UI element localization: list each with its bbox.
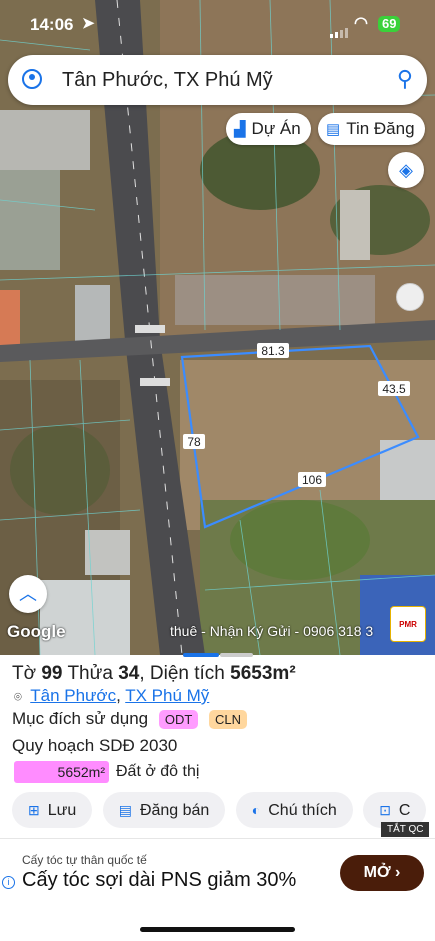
parcel-title: Tờ 99 Thửa 34, Diện tích 5653m² bbox=[12, 663, 296, 685]
purpose-label: Mục đích sử dụng bbox=[12, 709, 149, 728]
plot-number: 34 bbox=[118, 663, 140, 684]
search-bar[interactable]: Tân Phước, TX Phú Mỹ ⚲ bbox=[8, 55, 427, 105]
ad-title: Cấy tóc sợi dài PNS giảm 30% bbox=[22, 869, 297, 891]
plan-land-type: Đất ở đô thị bbox=[116, 763, 200, 780]
pmr-logo[interactable]: PMR bbox=[390, 606, 426, 642]
edge-label-right: 43.5 bbox=[382, 382, 406, 396]
home-indicator[interactable] bbox=[140, 927, 295, 932]
layers-icon: ◈ bbox=[399, 160, 413, 180]
ad-subtitle: Cấy tóc tự thân quốc tế bbox=[22, 853, 147, 867]
du-an-chip[interactable]: ▟ Dự Án bbox=[226, 113, 311, 145]
wifi-icon: ◠ bbox=[354, 15, 368, 32]
plan-title: Quy hoạch SDĐ 2030 bbox=[12, 736, 178, 755]
ad-open-label: MỞ bbox=[363, 864, 391, 881]
legend-label: Chú thích bbox=[268, 802, 337, 819]
sheet-handle-inactive[interactable] bbox=[220, 653, 253, 657]
expand-up-button[interactable]: ︿ bbox=[9, 575, 47, 613]
google-attribution: Google bbox=[7, 622, 66, 641]
battery-icon: 69 bbox=[378, 16, 401, 32]
tin-dang-label: Tin Đăng bbox=[346, 119, 415, 138]
ad-open-button[interactable]: MỞ › bbox=[340, 855, 424, 891]
cln-badge: CLN bbox=[209, 710, 248, 730]
building-chart-icon: ▟ bbox=[234, 121, 246, 138]
land-use-purpose: Mục đích sử dụng ODT CLN bbox=[12, 709, 248, 730]
bookmark-plus-icon: ⊞ bbox=[28, 802, 40, 818]
post-for-sale-button[interactable]: ▤ Đăng bán bbox=[102, 792, 226, 828]
legend-button[interactable]: ◐ Chú thích bbox=[235, 792, 353, 828]
action-bar: ⊞ Lưu ▤ Đăng bán ◐ Chú thích ⊡ C bbox=[12, 792, 435, 830]
map-contact-banner: thuê - Nhận Ký Gửi - 0906 318 3 bbox=[170, 623, 374, 639]
town-link[interactable]: TX Phú Mỹ bbox=[125, 686, 209, 705]
plot-label: Thửa bbox=[67, 663, 113, 684]
listing-icon: ▤ bbox=[326, 121, 341, 138]
parcel-info-sheet: Tờ 99 Thửa 34, Diện tích 5653m² ⌾ Tân Ph… bbox=[0, 660, 435, 840]
camera-icon: ⊡ bbox=[379, 802, 391, 818]
status-time: 14:06 bbox=[30, 15, 74, 34]
tin-dang-chip[interactable]: ▤ Tin Đăng bbox=[318, 113, 425, 145]
parcel-area: 5653m² bbox=[230, 663, 296, 684]
search-icon[interactable]: ⚲ bbox=[397, 66, 413, 92]
post-label: Đăng bán bbox=[139, 802, 210, 819]
ward-link[interactable]: Tân Phước bbox=[30, 686, 116, 705]
cellular-signal-icon bbox=[330, 18, 350, 38]
odt-badge: ODT bbox=[158, 710, 199, 730]
edge-label-left: 78 bbox=[187, 435, 201, 449]
ad-banner[interactable]: i Cấy tóc tự thân quốc tế Cấy tóc sợi dà… bbox=[0, 838, 435, 907]
contrast-icon: ◐ bbox=[251, 802, 261, 818]
close-ad-button[interactable]: TẮT QC bbox=[381, 822, 430, 837]
edge-label-bottom: 106 bbox=[302, 473, 322, 487]
map-toggle-dot[interactable] bbox=[396, 283, 424, 311]
status-bar: 14:06 ➤ ◠ 69 bbox=[0, 0, 435, 44]
area-label: , Diện tích bbox=[139, 663, 225, 684]
layers-button[interactable]: ◈ bbox=[388, 152, 424, 188]
listing-icon: ▤ bbox=[118, 802, 132, 818]
location-arrow-icon: ➤ bbox=[82, 15, 95, 32]
account-icon[interactable] bbox=[22, 69, 42, 89]
parcel-location: ⌾ Tân Phước, TX Phú Mỹ bbox=[14, 686, 210, 705]
sheet-label: Tờ bbox=[12, 663, 37, 684]
du-an-label: Dự Án bbox=[251, 119, 301, 138]
plan-area-bar: 5652m² bbox=[14, 761, 109, 783]
chevron-up-icon: ︿ bbox=[19, 584, 37, 604]
save-button[interactable]: ⊞ Lưu bbox=[12, 792, 93, 828]
sheet-number: 99 bbox=[41, 663, 63, 684]
chevron-right-icon: › bbox=[395, 864, 401, 881]
camera-label: C bbox=[398, 802, 411, 819]
map-pin-icon: ⌾ bbox=[14, 689, 22, 704]
sheet-handle-active[interactable] bbox=[183, 653, 219, 657]
info-icon[interactable]: i bbox=[2, 876, 15, 889]
edge-label-top: 81.3 bbox=[261, 344, 285, 358]
search-input[interactable]: Tân Phước, TX Phú Mỹ bbox=[62, 69, 273, 92]
save-label: Lưu bbox=[47, 802, 77, 819]
